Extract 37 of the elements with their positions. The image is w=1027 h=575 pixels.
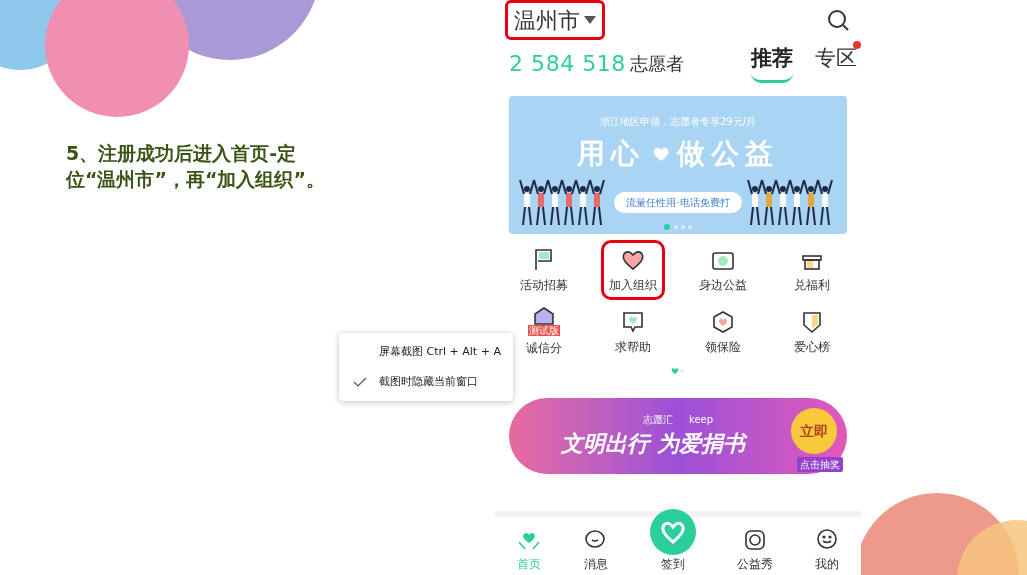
search-icon[interactable] [827, 9, 849, 31]
city-selector[interactable]: 温州市 [505, 0, 605, 40]
heart-icon [653, 147, 669, 161]
banner[interactable]: 浙江地区申领，志愿者专享29元/月 用心 做公益 流量任性用·电话免费打 [509, 96, 847, 234]
caret-icon [584, 16, 596, 24]
nav-tab[interactable]: 公益秀 [737, 527, 774, 573]
volunteer-count: 2 584 518 [509, 49, 626, 78]
promo-button[interactable]: 立即 [791, 408, 837, 454]
tab[interactable]: 推荐 [751, 42, 793, 84]
feature-item[interactable]: 身边公益 [690, 240, 755, 300]
beta-badge: 测试版 [527, 325, 560, 336]
promo-banner[interactable]: 志愿汇 keep 文明出行 为爱捐书 立即 点击抽奖 [509, 398, 847, 474]
volunteer-label: 志愿者 [629, 51, 684, 76]
carousel-dots-icon [664, 224, 692, 230]
banner-subtitle: 浙江地区申领，志愿者专享29元/月 [599, 115, 757, 129]
menu-item[interactable]: 屏幕截图 Ctrl + Alt + A [339, 337, 513, 367]
feature-item[interactable]: 领保险 [690, 302, 755, 362]
banner-title: 用心 [577, 136, 645, 172]
feature-item[interactable]: 加入组织 [601, 240, 666, 300]
tab[interactable]: 专区 [815, 42, 857, 84]
banner-title: 做公益 [677, 136, 779, 172]
banner-pill: 流量任性用·电话免费打 [614, 192, 742, 213]
feature-item[interactable]: 求帮助 [601, 302, 666, 362]
partner-logo: keep [688, 413, 714, 427]
menu-item-label: 屏幕截图 Ctrl + Alt + A [379, 343, 501, 360]
lottery-badge[interactable]: 点击抽奖 [797, 457, 843, 472]
partner-logo: 志愿汇 [642, 413, 673, 427]
instruction-text: 5、注册成功后进入首页-定位“温州市”，再“加入组织”。 [66, 141, 326, 192]
feature-item[interactable]: 爱心榜 [780, 302, 845, 362]
nav-tab[interactable]: 消息 [582, 527, 609, 573]
nav-tab[interactable]: 我的 [814, 527, 841, 573]
menu-item[interactable]: 截图时隐藏当前窗口 [339, 367, 513, 397]
house-icon [533, 307, 554, 325]
menu-item-label: 截图时隐藏当前窗口 [379, 373, 478, 390]
feature-item[interactable]: 兑福利 [780, 240, 845, 300]
page-dots-icon [671, 368, 685, 374]
feature-item[interactable]: 活动招募 [511, 240, 576, 300]
